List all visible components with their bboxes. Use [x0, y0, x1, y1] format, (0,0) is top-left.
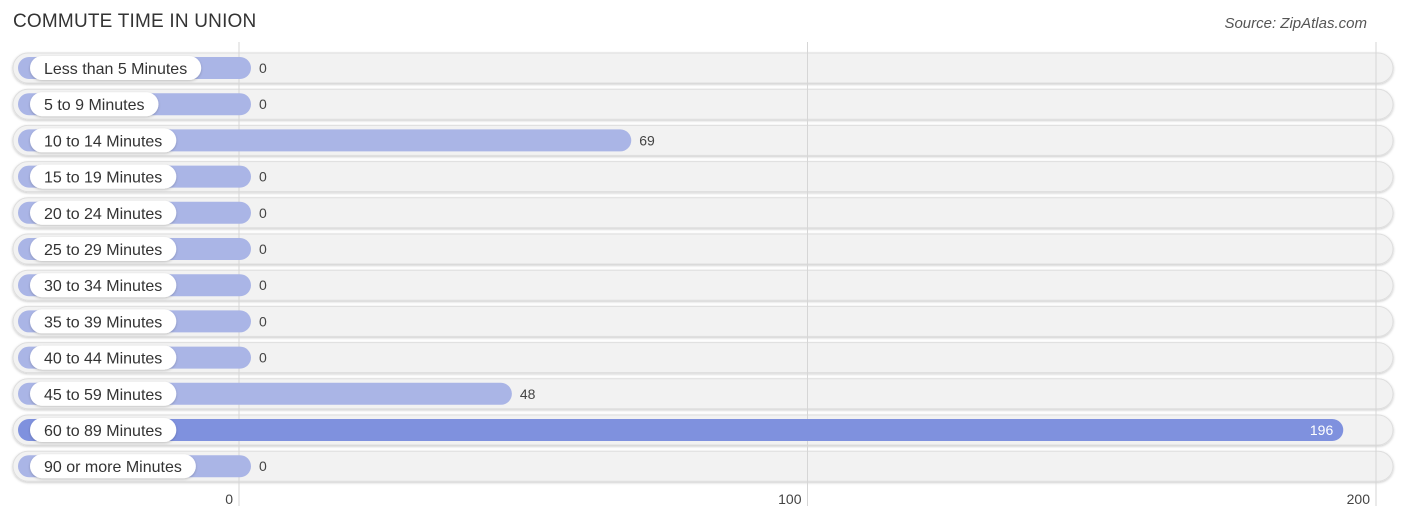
value-label: 0 [259, 169, 267, 185]
value-label: 69 [639, 132, 655, 148]
value-label: 0 [259, 350, 267, 366]
category-label: 45 to 59 Minutes [44, 387, 162, 404]
x-tick-label: 100 [778, 491, 802, 507]
category-label: Less than 5 Minutes [44, 61, 187, 78]
category-label: 30 to 34 Minutes [44, 278, 162, 295]
bar [18, 419, 1344, 441]
value-label: 196 [1310, 422, 1334, 438]
category-label: 10 to 14 Minutes [44, 133, 162, 150]
value-label: 0 [259, 277, 267, 293]
value-label: 0 [259, 60, 267, 76]
category-label: 35 to 39 Minutes [44, 314, 162, 331]
category-label: 20 to 24 Minutes [44, 206, 162, 223]
category-label: 90 or more Minutes [44, 459, 182, 476]
category-label: 25 to 29 Minutes [44, 242, 162, 259]
x-tick-label: 200 [1347, 491, 1371, 507]
value-label: 0 [259, 458, 267, 474]
value-label: 48 [520, 386, 536, 402]
bar-chart: Less than 5 Minutes 0 5 to 9 Minutes 0 10 to… [12, 42, 1394, 507]
x-tick-label: 0 [225, 491, 233, 507]
category-label: 40 to 44 Minutes [44, 351, 162, 368]
value-label: 0 [259, 96, 267, 112]
value-label: 0 [259, 313, 267, 329]
value-label: 0 [259, 241, 267, 257]
category-label: 60 to 89 Minutes [44, 423, 162, 440]
category-label: 15 to 19 Minutes [44, 170, 162, 187]
value-label: 0 [259, 205, 267, 221]
category-label: 5 to 9 Minutes [44, 97, 145, 114]
